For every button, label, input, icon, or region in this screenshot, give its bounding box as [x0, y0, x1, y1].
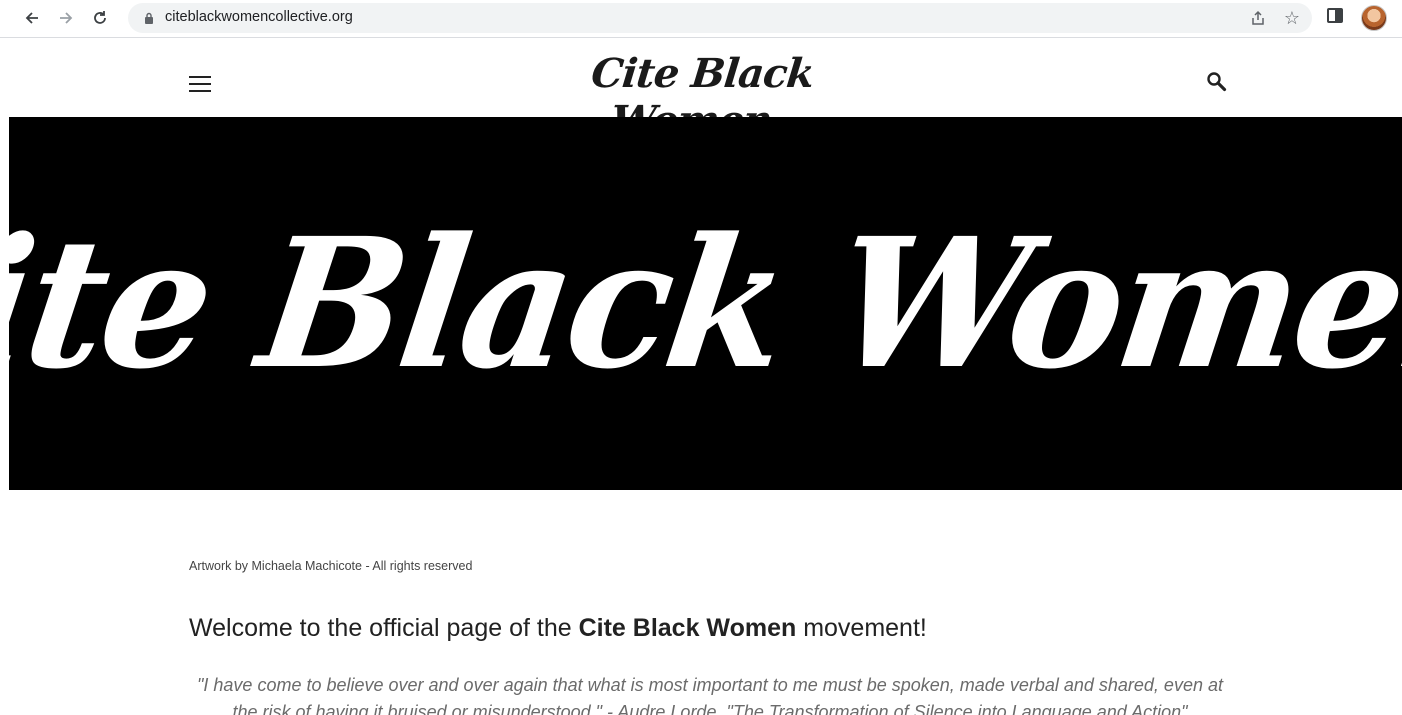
arrow-left-icon: [25, 12, 38, 24]
lock-icon[interactable]: [144, 12, 154, 24]
welcome-bold: Cite Black Women: [578, 614, 797, 642]
welcome-prefix: Welcome to the official page of the: [189, 614, 579, 642]
welcome-heading: Welcome to the official page of the Cite…: [189, 614, 927, 643]
profile-avatar[interactable]: [1361, 5, 1387, 31]
star-icon[interactable]: ☆: [1282, 8, 1302, 29]
artwork-caption: Artwork by Michaela Machicote - All righ…: [189, 559, 473, 573]
back-button[interactable]: [20, 6, 44, 30]
reload-icon: [94, 11, 106, 24]
site-header: Cite Black Women.: [0, 38, 1402, 144]
hamburger-menu-icon[interactable]: [189, 76, 213, 92]
forward-button[interactable]: [54, 6, 78, 30]
share-icon[interactable]: [1248, 8, 1268, 28]
browser-toolbar: citeblackwomencollective.org ☆: [0, 0, 1402, 38]
hero-banner: Cite Black Women.: [9, 117, 1402, 490]
address-bar[interactable]: citeblackwomencollective.org ☆: [128, 3, 1312, 33]
audre-lorde-quote: "I have come to believe over and over ag…: [197, 675, 1223, 715]
arrow-right-icon: [60, 12, 73, 24]
url-text[interactable]: citeblackwomencollective.org: [165, 9, 353, 25]
side-panel-icon[interactable]: [1327, 8, 1343, 23]
hero-banner-text: Cite Black Women.: [9, 198, 1402, 409]
welcome-suffix: movement!: [796, 614, 927, 642]
reload-button[interactable]: [88, 6, 112, 30]
search-icon[interactable]: [1205, 70, 1229, 94]
